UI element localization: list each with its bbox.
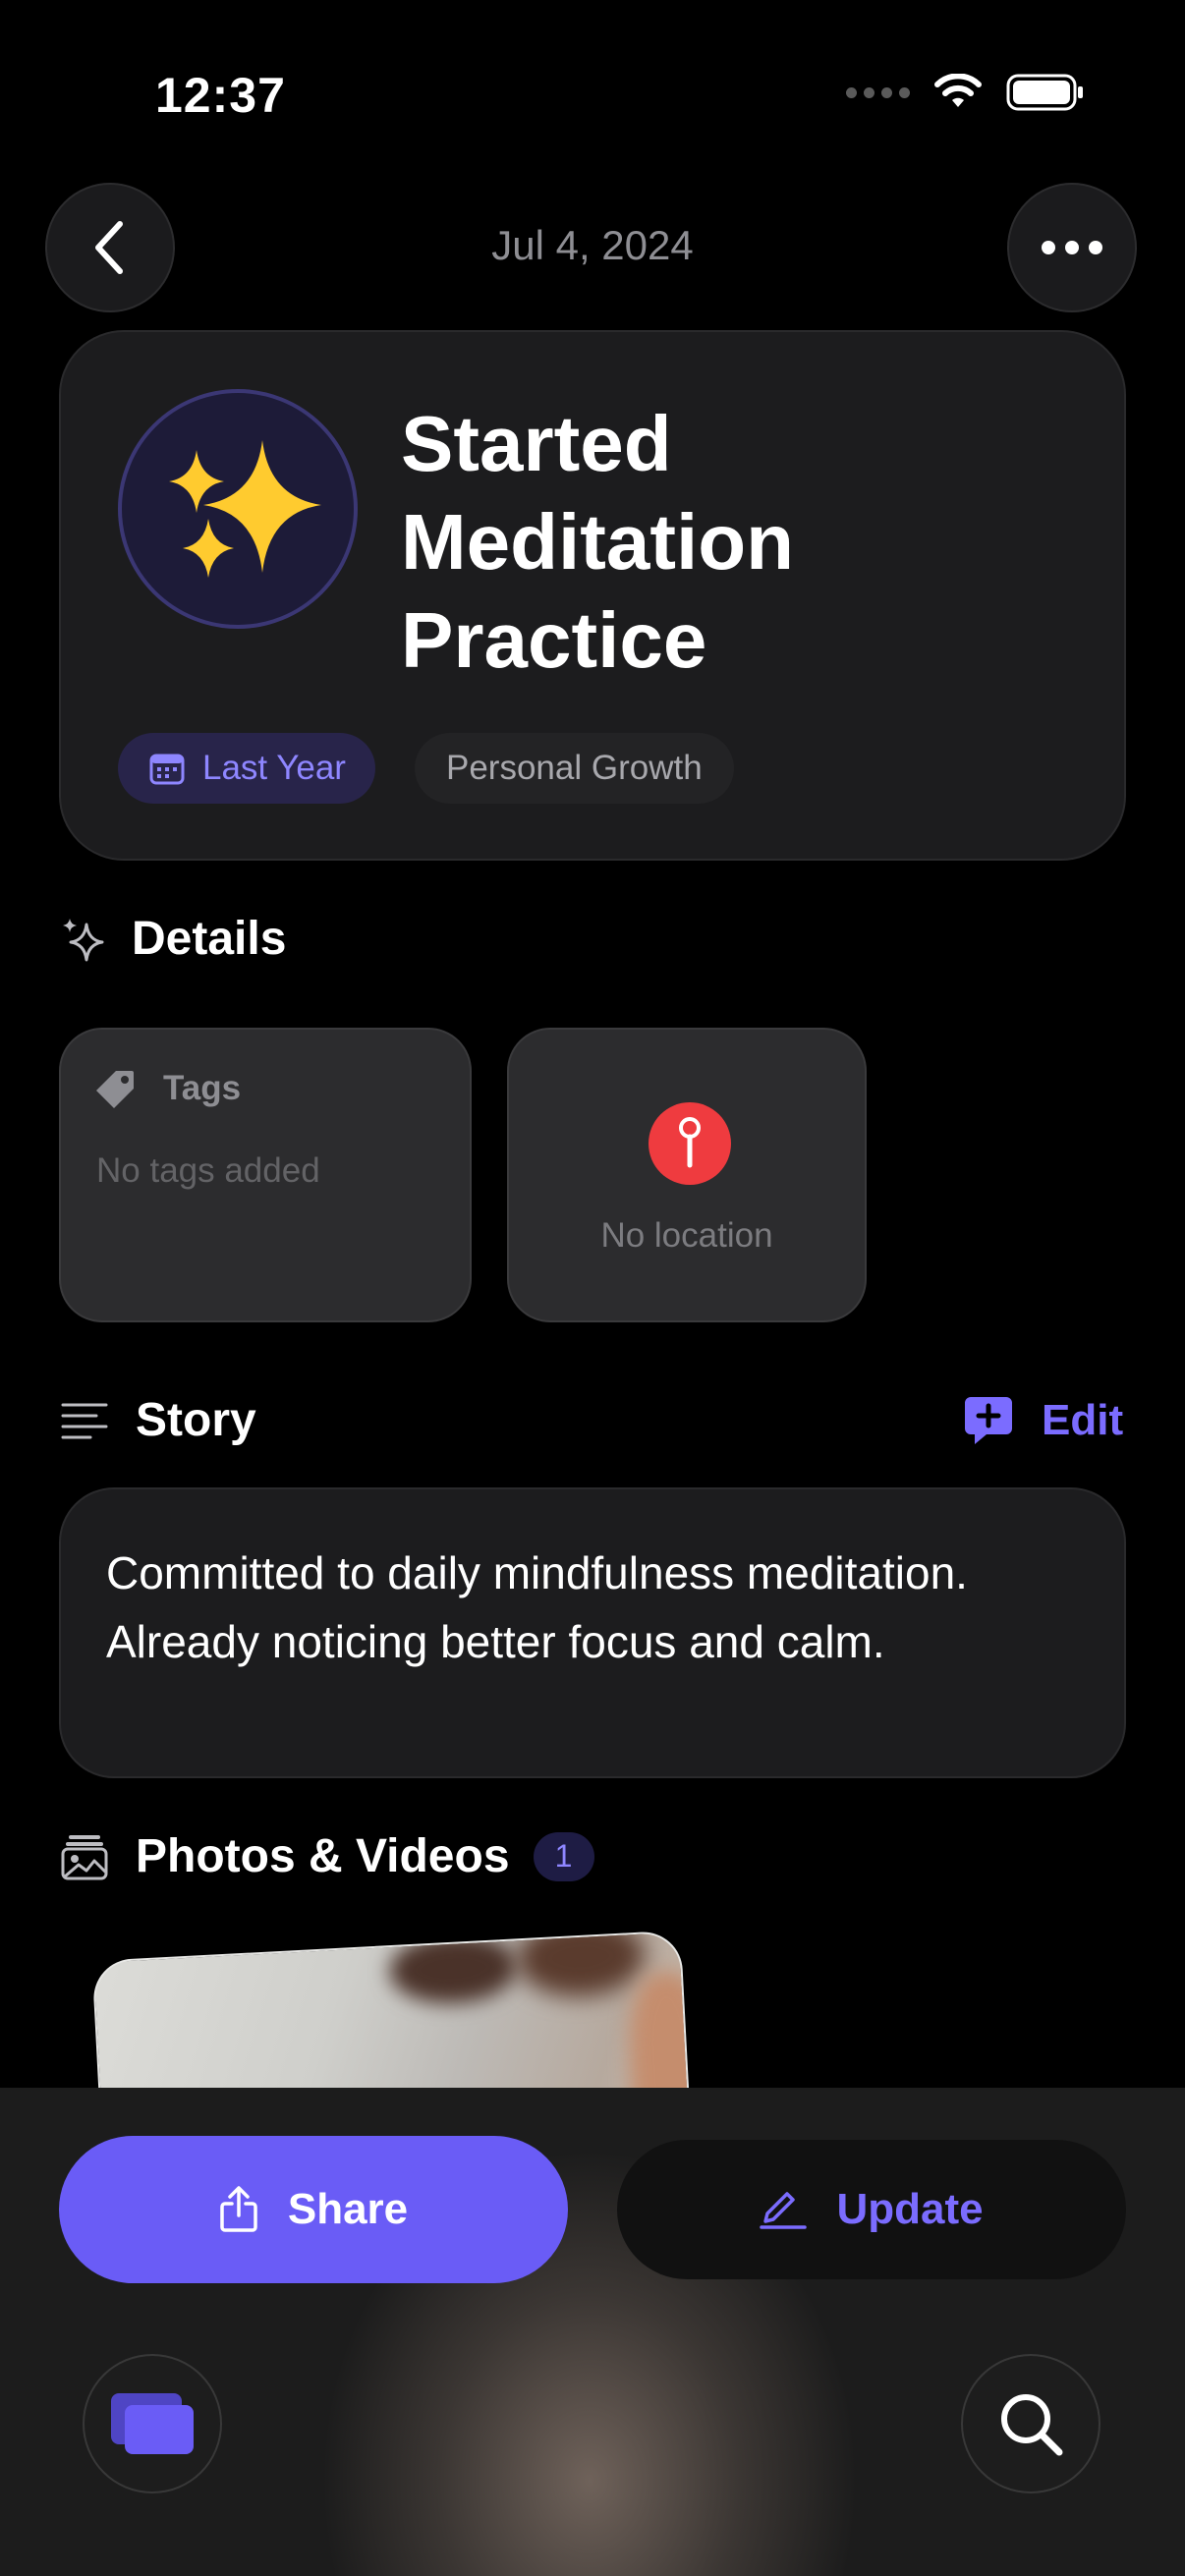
search-button[interactable]: [961, 2354, 1100, 2493]
gallery-button[interactable]: [83, 2354, 222, 2493]
share-button[interactable]: Share: [59, 2136, 568, 2283]
photo-thumbnail[interactable]: [91, 1930, 703, 2088]
search-icon: [1001, 2394, 1063, 2456]
pencil-icon: [760, 2192, 808, 2229]
update-button[interactable]: Update: [617, 2140, 1126, 2279]
update-label: Update: [836, 2185, 984, 2233]
photo-clip: [0, 0, 1185, 2088]
gallery-icon: [111, 2393, 194, 2454]
share-icon: [220, 2186, 257, 2232]
share-label: Share: [287, 2185, 409, 2233]
